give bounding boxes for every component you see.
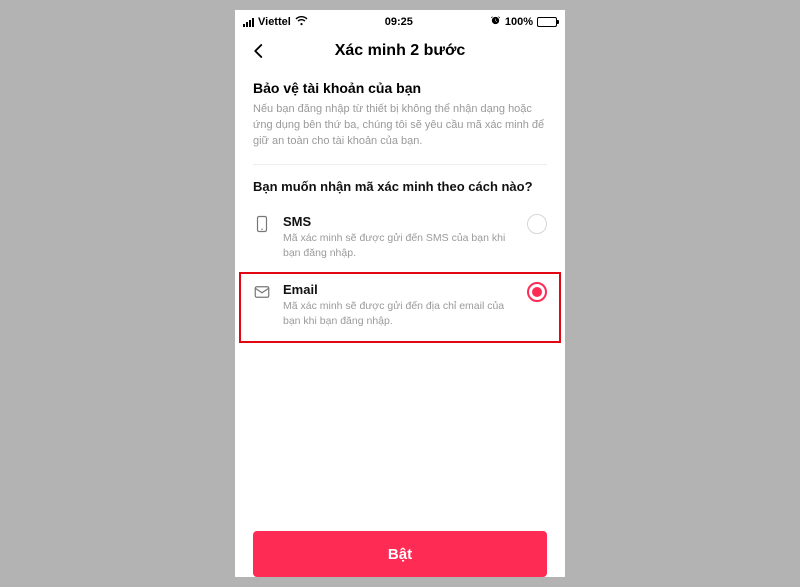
option-email-desc: Mã xác minh sẽ được gửi đến địa chỉ emai…	[283, 299, 515, 328]
intro-title: Bảo vệ tài khoản của bạn	[253, 80, 547, 96]
phone-icon	[253, 215, 271, 233]
enable-button[interactable]: Bật	[253, 531, 547, 577]
method-question: Bạn muốn nhận mã xác minh theo cách nào?	[253, 179, 547, 194]
cellular-signal-icon	[243, 18, 254, 27]
status-left: Viettel	[243, 16, 308, 29]
status-bar: Viettel 09:25 100%	[235, 10, 565, 30]
phone-screen: Viettel 09:25 100% Xác minh 2 bước Bảo v	[235, 10, 565, 577]
highlight-box: Email Mã xác minh sẽ được gửi đến địa ch…	[239, 272, 561, 342]
battery-pct: 100%	[505, 16, 533, 28]
mail-icon	[253, 283, 271, 301]
status-time: 09:25	[385, 16, 413, 28]
intro-desc: Nếu bạn đăng nhập từ thiết bị không thể …	[253, 102, 547, 150]
battery-icon	[537, 17, 557, 27]
divider	[253, 164, 547, 165]
status-right: 100%	[490, 15, 557, 29]
page-title: Xác minh 2 bước	[235, 42, 565, 60]
option-sms[interactable]: SMS Mã xác minh sẽ được gửi đến SMS của …	[253, 206, 547, 272]
wifi-icon	[295, 16, 308, 29]
carrier-label: Viettel	[258, 16, 291, 28]
alarm-icon	[490, 15, 501, 29]
option-sms-radio[interactable]	[527, 214, 547, 234]
option-email[interactable]: Email Mã xác minh sẽ được gửi đến địa ch…	[253, 274, 547, 340]
chevron-left-icon	[250, 42, 268, 60]
option-email-body: Email Mã xác minh sẽ được gửi đến địa ch…	[283, 282, 515, 328]
back-button[interactable]	[245, 37, 273, 65]
nav-header: Xác minh 2 bước	[235, 30, 565, 72]
option-sms-body: SMS Mã xác minh sẽ được gửi đến SMS của …	[283, 214, 515, 260]
option-email-radio[interactable]	[527, 282, 547, 302]
footer: Bật	[235, 519, 565, 577]
option-sms-label: SMS	[283, 214, 515, 229]
option-sms-desc: Mã xác minh sẽ được gửi đến SMS của bạn …	[283, 231, 515, 260]
content-area: Bảo vệ tài khoản của bạn Nếu bạn đăng nh…	[235, 72, 565, 519]
option-email-label: Email	[283, 282, 515, 297]
